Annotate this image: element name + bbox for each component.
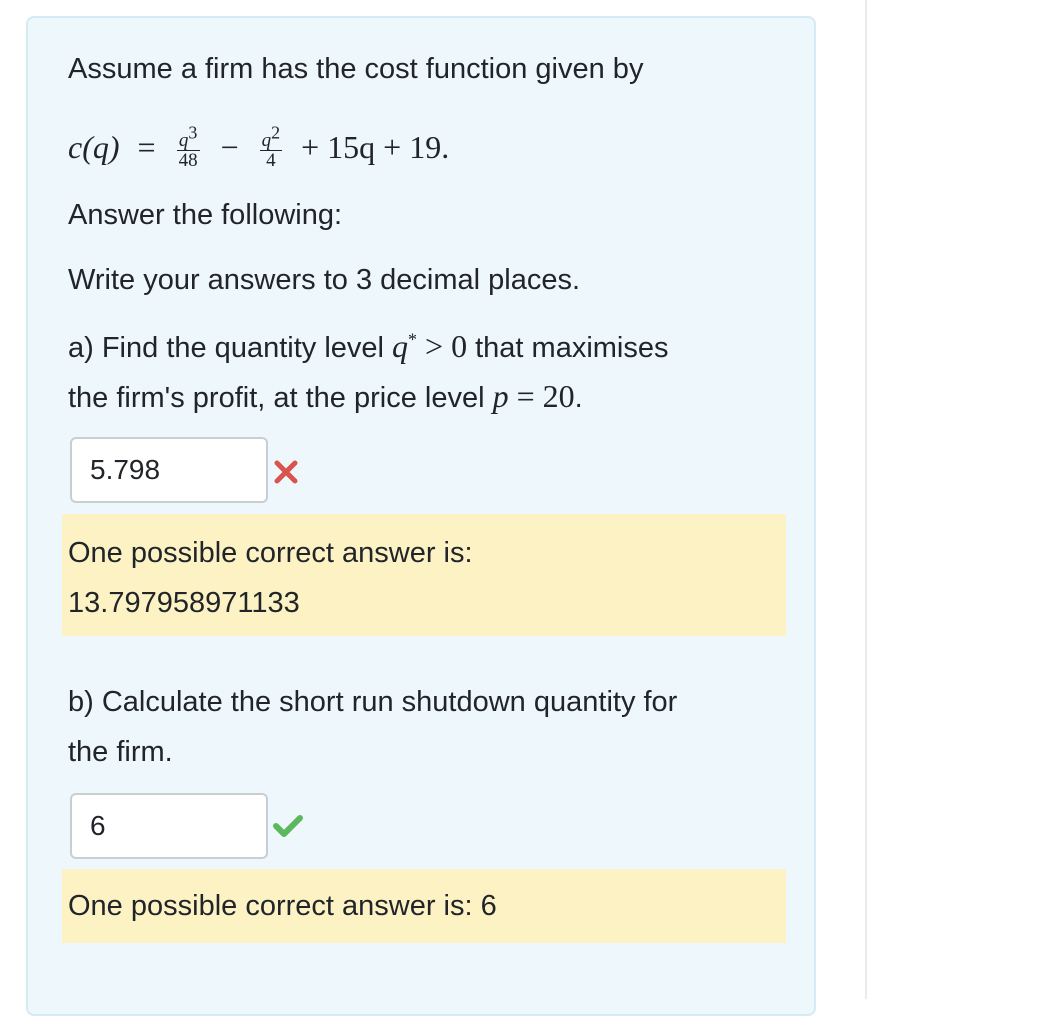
side-panel-divider — [865, 0, 867, 999]
fraction-q2-over-4: q2 4 — [259, 122, 283, 172]
question-card: Assume a firm has the cost function give… — [26, 16, 816, 1016]
cost-function-formula: c(q) = q3 48 − q2 4 + 15q + 19. — [68, 122, 449, 172]
part-a-prompt-line1: a) Find the quantity level q* > 0 that m… — [68, 328, 669, 364]
part-b-feedback: One possible correct answer is: 6 — [62, 869, 786, 943]
part-b-answer-input[interactable]: 6 — [70, 793, 268, 859]
formula-equals: = — [137, 129, 156, 165]
part-b-prompt-line1: b) Calculate the short run shutdown quan… — [68, 686, 678, 718]
part-a-feedback-label: One possible correct answer is: — [68, 537, 473, 569]
check-icon — [272, 813, 304, 844]
instruction-answer-following: Answer the following: — [68, 199, 343, 231]
question-intro: Assume a firm has the cost function give… — [68, 53, 644, 85]
part-a-answer-input[interactable]: 5.798 — [70, 437, 268, 503]
part-a-feedback: One possible correct answer is: 13.79795… — [62, 514, 786, 636]
instruction-decimal-places: Write your answers to 3 decimal places. — [68, 264, 581, 296]
part-b-prompt-line2: the firm. — [68, 736, 173, 768]
formula-remainder: + 15q + 19. — [301, 129, 450, 165]
fraction-q3-over-48: q3 48 — [176, 122, 200, 172]
formula-lhs: c(q) — [68, 129, 120, 165]
part-a-feedback-value: 13.797958971133 — [68, 587, 300, 619]
part-a-prompt-line2: the firm's profit, at the price level p … — [68, 378, 583, 414]
cross-icon — [272, 458, 300, 491]
formula-minus: − — [220, 129, 239, 165]
